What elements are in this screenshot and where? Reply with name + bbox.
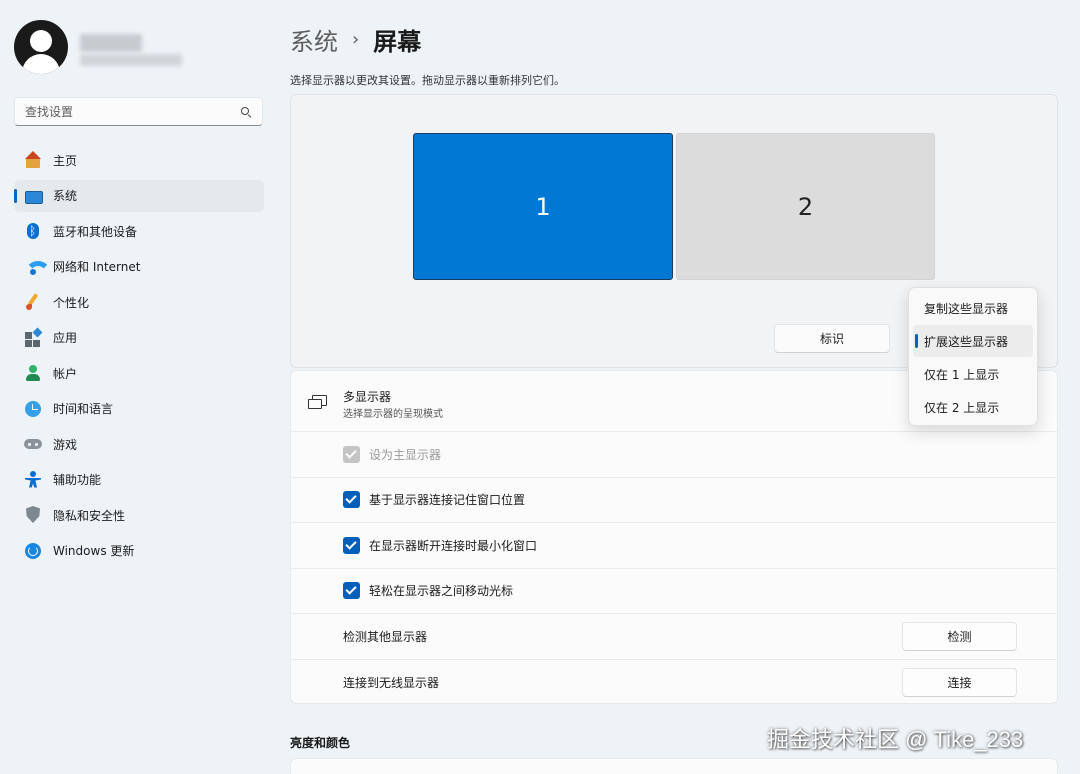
arrangement-description: 选择显示器以更改其设置。拖动显示器以重新排列它们。 <box>290 74 565 87</box>
sidebar-item-privacy[interactable]: 隐私和安全性 <box>14 499 264 531</box>
sidebar-item-label: 个性化 <box>53 295 90 310</box>
gaming-icon <box>24 435 42 453</box>
sidebar-nav: 主页 系统 蓝牙和其他设备 网络和 Internet 个性化 应用 <box>14 144 264 570</box>
multiple-displays-icon <box>308 395 327 409</box>
sidebar-item-label: 蓝牙和其他设备 <box>53 224 138 239</box>
apps-icon <box>24 329 42 347</box>
ease-cursor-checkbox[interactable] <box>343 582 360 600</box>
checkbox-row-remember-window[interactable]: 基于显示器连接记住窗口位置 <box>291 478 1057 523</box>
home-icon <box>24 151 42 169</box>
checkbox-label: 设为主显示器 <box>369 447 442 462</box>
brightness-color-heading: 亮度和颜色 <box>290 736 351 750</box>
checkbox-row-minimize-windows[interactable]: 在显示器断开连接时最小化窗口 <box>291 523 1057 569</box>
breadcrumb-parent[interactable]: 系统 <box>290 22 338 57</box>
account-icon <box>24 364 42 382</box>
sidebar-item-label: 辅助功能 <box>53 473 102 487</box>
brightness-card <box>290 758 1058 774</box>
menu-item-label: 仅在 1 上显示 <box>924 367 1000 382</box>
menu-item-label: 仅在 2 上显示 <box>924 400 1000 415</box>
sidebar-item-label: 帐户 <box>53 366 78 381</box>
multi-display-subtitle: 选择显示器的呈现模式 <box>343 409 443 420</box>
sidebar: 主页 系统 蓝牙和其他设备 网络和 Internet 个性化 应用 <box>0 0 276 774</box>
sidebar-item-system[interactable]: 系统 <box>14 179 264 212</box>
checkbox-label: 基于显示器连接记住窗口位置 <box>369 493 526 508</box>
accessibility-icon <box>24 470 42 489</box>
connect-button[interactable]: 连接 <box>902 667 1017 697</box>
chevron-right-icon: › <box>352 29 360 50</box>
brush-icon <box>24 293 42 311</box>
monitor-2[interactable]: 2 <box>676 133 935 280</box>
breadcrumb: 系统 › 屏幕 <box>290 22 421 57</box>
sidebar-item-network[interactable]: 网络和 Internet <box>14 251 264 283</box>
menu-item-show-only-1[interactable]: 仅在 1 上显示 <box>913 358 1033 390</box>
detect-button[interactable]: 检测 <box>902 622 1017 651</box>
sidebar-item-label: 游戏 <box>53 437 78 452</box>
sidebar-item-windows-update[interactable]: Windows 更新 <box>14 535 264 567</box>
menu-item-duplicate[interactable]: 复制这些显示器 <box>913 292 1033 324</box>
sidebar-item-bluetooth[interactable]: 蓝牙和其他设备 <box>14 215 264 247</box>
monitor-number: 1 <box>535 192 551 221</box>
multi-display-title: 多显示器 <box>343 390 392 404</box>
sidebar-item-accessibility[interactable]: 辅助功能 <box>14 464 264 496</box>
menu-item-label: 复制这些显示器 <box>924 301 1009 316</box>
monitor-number: 2 <box>797 192 814 221</box>
make-primary-checkbox <box>343 445 360 463</box>
blurred-email <box>80 54 182 66</box>
minimize-windows-checkbox[interactable] <box>343 536 360 554</box>
wireless-display-label: 连接到无线显示器 <box>343 675 440 690</box>
remember-window-checkbox[interactable] <box>343 491 360 509</box>
display-mode-dropdown: 复制这些显示器 扩展这些显示器 仅在 1 上显示 仅在 2 上显示 <box>908 287 1038 426</box>
identify-button[interactable]: 标识 <box>774 324 890 353</box>
sidebar-item-accounts[interactable]: 帐户 <box>14 357 264 389</box>
sidebar-item-label: 系统 <box>53 189 78 203</box>
sidebar-item-label: Windows 更新 <box>53 544 135 558</box>
user-avatar[interactable] <box>14 20 68 74</box>
sidebar-item-apps[interactable]: 应用 <box>14 322 264 354</box>
sidebar-item-gaming[interactable]: 游戏 <box>14 428 264 460</box>
watermark: 掘金技术社区 @ Tike_233 <box>767 727 1024 752</box>
sidebar-item-time-language[interactable]: 时间和语言 <box>14 393 264 425</box>
search-box[interactable] <box>14 97 263 126</box>
sidebar-item-home[interactable]: 主页 <box>14 144 264 176</box>
search-input[interactable] <box>25 104 240 119</box>
monitor-1[interactable]: 1 <box>413 133 673 280</box>
time-language-icon <box>24 400 42 418</box>
sidebar-item-label: 时间和语言 <box>53 402 114 416</box>
sidebar-item-label: 主页 <box>53 153 78 168</box>
system-icon <box>24 187 43 205</box>
checkbox-row-ease-cursor[interactable]: 轻松在显示器之间移动光标 <box>291 569 1057 614</box>
sidebar-item-label: 网络和 Internet <box>53 260 141 274</box>
menu-item-show-only-2[interactable]: 仅在 2 上显示 <box>913 391 1033 423</box>
settings-window: 主页 系统 蓝牙和其他设备 网络和 Internet 个性化 应用 <box>0 0 1080 774</box>
detect-displays-row: 检测其他显示器 检测 <box>291 614 1057 660</box>
page-title: 屏幕 <box>373 28 422 56</box>
detect-displays-label: 检测其他显示器 <box>343 629 428 644</box>
wireless-display-row: 连接到无线显示器 连接 <box>291 660 1057 704</box>
search-icon[interactable] <box>240 106 252 118</box>
checkbox-label: 轻松在显示器之间移动光标 <box>369 584 514 599</box>
sidebar-item-label: 应用 <box>53 331 78 345</box>
menu-item-extend[interactable]: 扩展这些显示器 <box>913 325 1033 357</box>
bluetooth-icon <box>24 222 42 240</box>
blurred-username <box>80 34 142 52</box>
checkbox-label: 在显示器断开连接时最小化窗口 <box>369 538 538 553</box>
sidebar-item-personalization[interactable]: 个性化 <box>14 286 264 318</box>
checkbox-row-primary-display: 设为主显示器 <box>291 432 1057 478</box>
sidebar-item-label: 隐私和安全性 <box>53 508 126 523</box>
shield-icon <box>24 506 42 524</box>
menu-item-label: 扩展这些显示器 <box>924 334 1009 349</box>
update-icon <box>24 542 42 560</box>
wifi-icon <box>24 258 51 276</box>
